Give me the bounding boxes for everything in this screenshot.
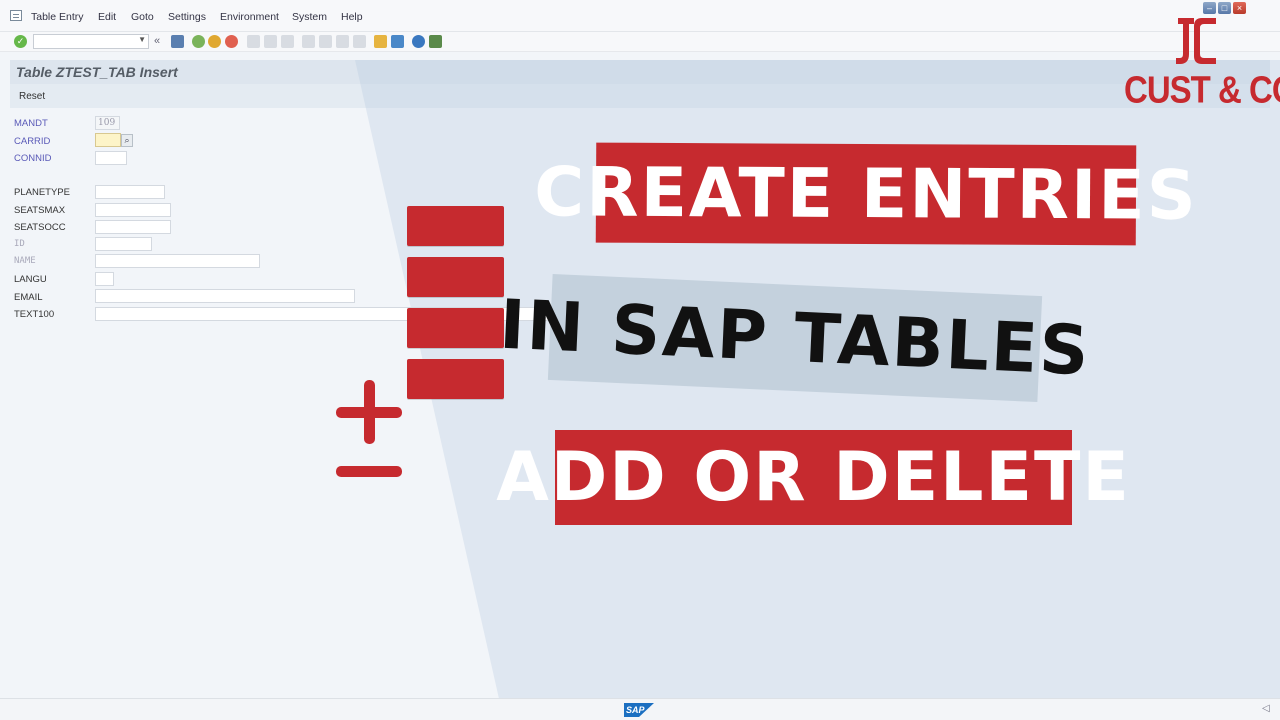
standard-toolbar: ✓ ▼ « [0, 32, 1280, 52]
input-connid[interactable] [95, 151, 127, 165]
status-expand-icon[interactable]: ◁ [1262, 703, 1270, 714]
shortcut-icon[interactable] [391, 35, 404, 48]
input-planetype[interactable] [95, 185, 165, 199]
next-page-icon[interactable] [336, 35, 349, 48]
menu-goto[interactable]: Goto [131, 11, 154, 23]
menu-environment[interactable]: Environment [220, 11, 279, 23]
help-icon[interactable] [412, 35, 425, 48]
label-langu: LANGU [14, 274, 47, 285]
label-id: ID [14, 239, 25, 249]
input-langu[interactable] [95, 272, 114, 286]
input-mandt: 109 [95, 116, 120, 130]
close-icon[interactable]: × [1233, 2, 1246, 14]
reset-button[interactable]: Reset [19, 91, 45, 102]
label-seatsmax: SEATSMAX [14, 205, 66, 216]
new-session-icon[interactable] [374, 35, 387, 48]
label-connid: CONNID [14, 153, 52, 164]
input-name[interactable] [95, 254, 260, 268]
status-bar: SAP ◁ [0, 698, 1280, 720]
customize-layout-icon[interactable] [429, 35, 442, 48]
minimize-icon[interactable]: – [1203, 2, 1216, 14]
table-row-icon [407, 206, 504, 246]
last-page-icon[interactable] [353, 35, 366, 48]
menu-system[interactable]: System [292, 11, 327, 23]
input-carrid[interactable] [95, 133, 121, 147]
menu-table-entry[interactable]: Table Entry [31, 11, 84, 23]
exit-icon[interactable] [208, 35, 221, 48]
banner-add-or-delete: ADD OR DELETE [496, 430, 1129, 525]
collapse-toolbar-icon[interactable]: « [154, 35, 160, 47]
label-email: EMAIL [14, 292, 43, 303]
input-id[interactable] [95, 237, 152, 251]
input-email[interactable] [95, 289, 355, 303]
cust-and-code-logo-icon [1176, 18, 1216, 64]
menu-settings[interactable]: Settings [168, 11, 206, 23]
table-row-icon [407, 359, 504, 399]
table-row-icon [407, 257, 504, 297]
maximize-icon[interactable]: □ [1218, 2, 1231, 14]
label-mandt: MANDT [14, 118, 48, 129]
label-seatsocc: SEATSOCC [14, 222, 66, 233]
banner-in-sap-tables: IN SAP TABLES [498, 273, 1092, 403]
sap-logo: SAP [624, 703, 654, 717]
logo-text: CUST & CODE [1124, 68, 1280, 111]
find-next-icon[interactable] [281, 35, 294, 48]
input-seatsocc[interactable] [95, 220, 171, 234]
search-help-icon[interactable]: ⌕ [121, 134, 133, 147]
save-icon[interactable] [171, 35, 184, 48]
table-row-icon [407, 308, 504, 348]
enter-check-icon[interactable]: ✓ [14, 35, 27, 48]
first-page-icon[interactable] [302, 35, 315, 48]
system-menu-icon[interactable] [10, 10, 22, 21]
input-seatsmax[interactable] [95, 203, 171, 217]
banner-create-entries: CREATE ENTRIES [534, 142, 1198, 246]
prev-page-icon[interactable] [319, 35, 332, 48]
menu-bar: Table Entry Edit Goto Settings Environme… [0, 0, 1280, 32]
plus-icon [364, 380, 375, 444]
back-icon[interactable] [192, 35, 205, 48]
command-field[interactable]: ▼ [33, 34, 149, 49]
cancel-icon[interactable] [225, 35, 238, 48]
find-icon[interactable] [264, 35, 277, 48]
minus-icon [336, 466, 402, 477]
label-name: NAME [14, 256, 36, 266]
menu-edit[interactable]: Edit [98, 11, 116, 23]
print-icon[interactable] [247, 35, 260, 48]
chevron-down-icon[interactable]: ▼ [138, 35, 146, 44]
label-carrid: CARRID [14, 136, 51, 147]
label-text100: TEXT100 [14, 309, 55, 320]
menu-help[interactable]: Help [341, 11, 363, 23]
page-title: Table ZTEST_TAB Insert [16, 64, 178, 80]
label-planetype: PLANETYPE [14, 187, 70, 198]
